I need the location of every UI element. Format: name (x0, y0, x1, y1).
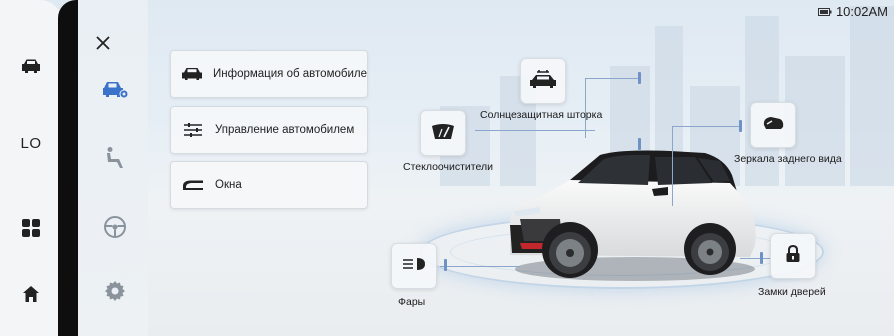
status-bar: 10:02AM (817, 4, 888, 19)
leader-line (440, 266, 520, 267)
lock-icon (785, 244, 801, 268)
mode-toggle[interactable]: LO (10, 125, 52, 161)
menu-item-windows[interactable]: Окна (170, 161, 368, 209)
seat-icon[interactable] (100, 143, 130, 173)
mirrors-label: Зеркала заднего вида (734, 153, 842, 165)
wipers-button[interactable] (420, 110, 466, 156)
leader-line (672, 126, 673, 206)
locks-button[interactable] (770, 233, 816, 279)
leader-marker (638, 138, 641, 150)
leader-line (585, 78, 640, 79)
menu-item-vehicle-info[interactable]: Информация об автомобиле (170, 50, 368, 98)
lights-label: Фары (398, 296, 426, 308)
background-building (850, 6, 894, 186)
gear-icon[interactable] (100, 276, 130, 306)
settings-menu: Информация об автомобиле Управление авто… (148, 0, 378, 336)
battery-icon (817, 4, 832, 19)
sunshade-button[interactable] (520, 58, 566, 104)
vehicle-settings-screen: 10:02AM LO Информация об автомобиле Упра… (0, 0, 894, 336)
wipers-label: Стеклоочистители (403, 161, 493, 173)
steering-wheel-icon[interactable] (100, 212, 130, 242)
lights-button[interactable] (391, 243, 437, 289)
leader-line (585, 78, 586, 138)
mirrors-button[interactable] (750, 102, 796, 148)
leader-marker (444, 259, 447, 271)
menu-item-vehicle-control[interactable]: Управление автомобилем (170, 106, 368, 154)
sunshade-label: Солнцезащитная шторка (480, 109, 603, 121)
home-icon[interactable] (10, 276, 52, 312)
menu-item-label: Информация об автомобиле (213, 68, 367, 80)
locks-label: Замки дверей (758, 286, 826, 298)
menu-item-label: Окна (215, 179, 242, 191)
leader-line (740, 258, 770, 259)
panel-divider (58, 0, 78, 336)
clock: 10:02AM (835, 4, 888, 19)
leader-line (475, 130, 595, 131)
car-icon[interactable] (10, 48, 52, 84)
car-info-icon (181, 64, 203, 84)
sliders-icon (181, 120, 205, 140)
sunroof-car-icon (528, 69, 558, 94)
window-icon (181, 175, 205, 195)
mode-label: LO (20, 134, 42, 152)
vehicle-image (510, 150, 756, 281)
category-column (78, 0, 148, 336)
apps-grid-icon[interactable] (10, 210, 52, 246)
menu-item-label: Управление автомобилем (215, 124, 355, 136)
wiper-icon (430, 122, 456, 145)
mirror-icon (761, 115, 785, 136)
close-icon[interactable] (88, 28, 118, 58)
leader-line (672, 126, 740, 127)
leader-marker (739, 120, 742, 132)
car-settings-icon[interactable] (100, 74, 130, 104)
leader-marker (638, 72, 641, 84)
leader-marker (760, 252, 763, 264)
headlight-icon (401, 256, 427, 277)
left-rail: LO (0, 0, 62, 336)
